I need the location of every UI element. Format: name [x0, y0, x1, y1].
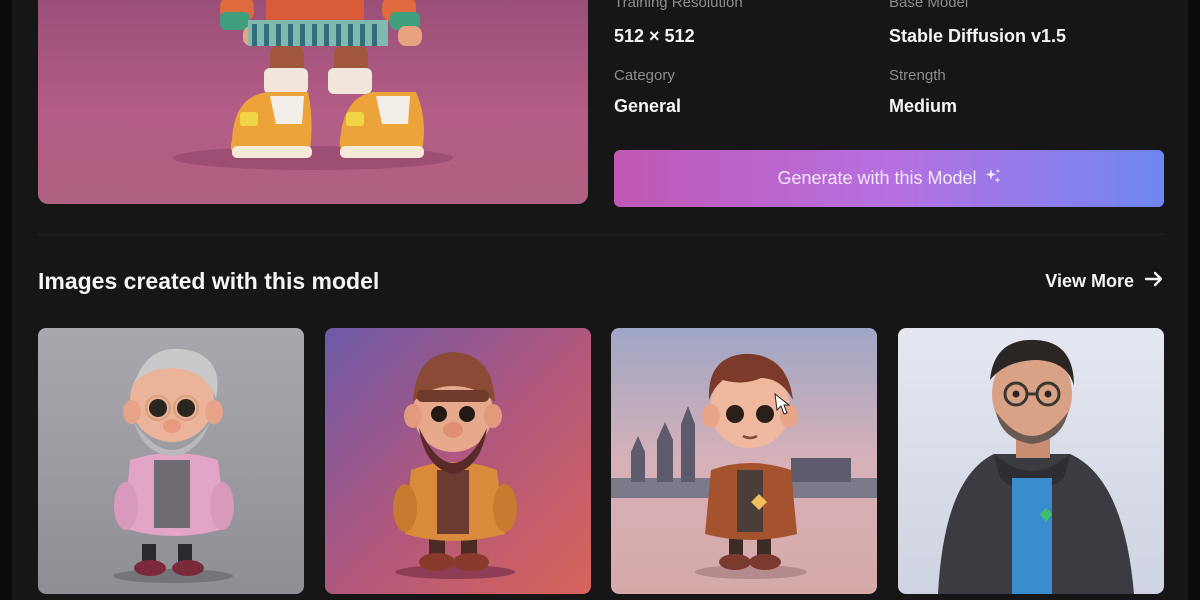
gallery-title: Images created with this model	[38, 268, 380, 294]
generate-button-label: Generate with this Model	[777, 168, 977, 188]
sparkle-icon	[985, 168, 1001, 189]
training-resolution-value: 512 × 512	[614, 26, 695, 46]
generate-with-model-button[interactable]: Generate with this Model	[614, 150, 1164, 207]
model-preview-image	[38, 0, 588, 204]
base-model-value: Stable Diffusion v1.5	[889, 26, 1067, 46]
category-value: General	[614, 96, 682, 116]
gallery-image-4[interactable]	[898, 328, 1164, 594]
section-divider	[38, 234, 1164, 235]
arrow-right-icon	[1144, 270, 1164, 293]
view-more-label: View More	[1045, 271, 1134, 291]
category-label: Category	[614, 67, 675, 84]
gallery-image-1[interactable]	[38, 328, 304, 594]
training-resolution-label: Training Resolution	[614, 0, 743, 11]
strength-label: Strength	[889, 67, 946, 84]
base-model-label: Base Model	[889, 0, 969, 11]
strength-value: Medium	[889, 96, 958, 116]
view-more-link[interactable]: View More	[1045, 270, 1164, 293]
gallery-image-3[interactable]	[611, 328, 877, 594]
gallery-image-2[interactable]	[325, 328, 591, 594]
